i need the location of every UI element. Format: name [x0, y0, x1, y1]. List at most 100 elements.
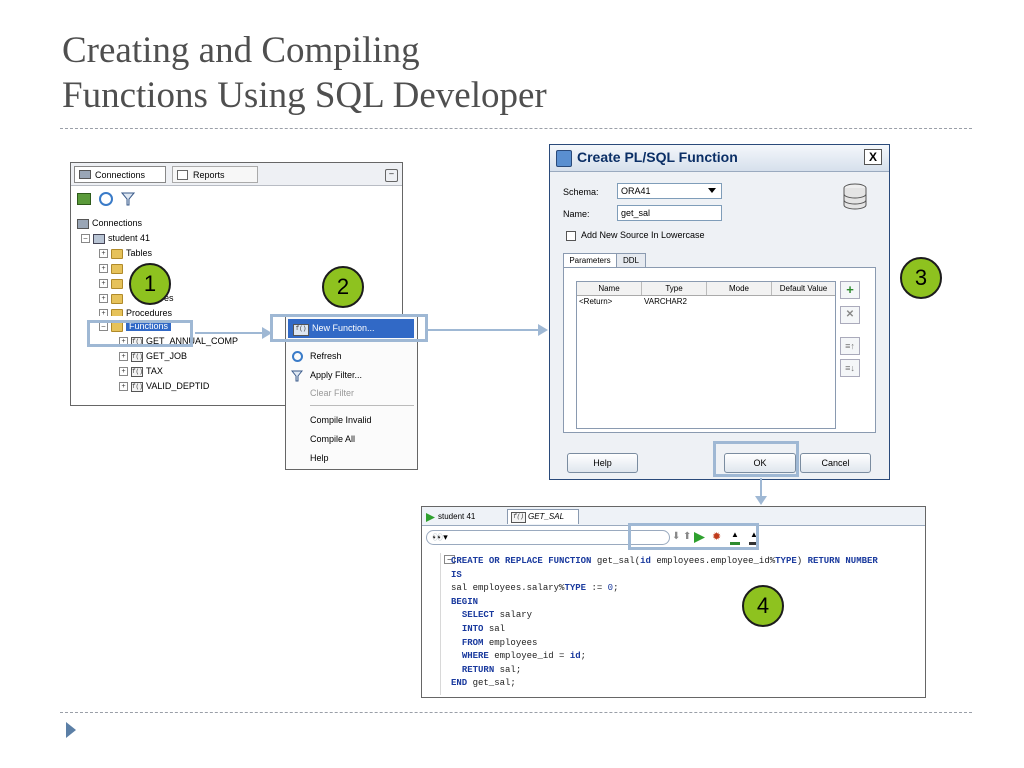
lowercase-checkbox[interactable] [566, 231, 576, 241]
code-area[interactable]: CREATE OR REPLACE FUNCTION get_sal(id em… [451, 555, 878, 691]
tab-connections[interactable]: Connections [74, 166, 166, 183]
connector-1-to-2 [195, 332, 265, 334]
code-line: FROM employees [461, 637, 538, 648]
menu-item-help[interactable]: Help [286, 449, 412, 468]
reports-icon [177, 170, 188, 180]
tab-reports[interactable]: Reports [172, 166, 258, 183]
menu-item-apply-filter[interactable]: Apply Filter... [286, 366, 412, 385]
expand-icon[interactable]: + [99, 264, 108, 274]
title-divider [60, 128, 972, 129]
schema-select[interactable]: ORA41 [617, 183, 722, 199]
binoculars-icon: 👀▾ [432, 532, 448, 542]
tree-item-procedures[interactable]: + Procedures [99, 306, 172, 316]
function-icon: f() [131, 351, 143, 362]
function-icon: f() [131, 381, 143, 392]
menu-separator [310, 405, 414, 406]
slide-title-line-2: Functions Using SQL Developer [62, 75, 547, 116]
filter-icon [291, 370, 303, 382]
create-function-dialog: Create PL/SQL Function X Schema: ORA41 N… [549, 144, 890, 480]
help-button[interactable]: Help [567, 453, 638, 473]
chevron-down-icon [708, 188, 716, 193]
filter-icon[interactable] [121, 192, 135, 206]
ok-highlight [713, 441, 799, 477]
parameters-panel: Name Type Mode Default Value <Return> VA… [563, 267, 876, 433]
sql-developer-icon [556, 150, 572, 167]
move-up-icon[interactable]: ≡↑ [840, 337, 860, 355]
expand-icon[interactable]: + [99, 294, 108, 304]
functions-highlight [87, 320, 193, 347]
toolbar-highlight [628, 523, 759, 550]
table-cell: <Return> [579, 297, 613, 306]
slide-title: Creating and Compiling Functions Using S… [62, 28, 962, 118]
editor-gutter [440, 553, 441, 695]
connector-arrow-icon [755, 496, 767, 505]
menu-item-refresh[interactable]: Refresh [286, 347, 412, 366]
expand-icon[interactable]: + [99, 309, 108, 316]
tree-item-student-41[interactable]: – student 41 [81, 231, 150, 245]
folder-icon [111, 308, 123, 316]
menu-item-compile-all[interactable]: Compile All [286, 430, 412, 449]
code-editor: student 41 f() GET_SAL 👀▾ ⬇ ⬆ ✹ ▲ ▲ – CR… [421, 506, 926, 698]
callout-1: 1 [129, 263, 171, 305]
table-header: Name Type Mode Default Value [577, 282, 835, 296]
connections-icon [77, 218, 89, 229]
expand-icon[interactable]: + [119, 352, 128, 362]
connector-3-to-4 [760, 478, 762, 498]
play-icon [426, 513, 435, 522]
connections-icon [79, 170, 91, 179]
table-cell: VARCHAR2 [644, 297, 687, 306]
tree-item-valid-deptid[interactable]: + f() VALID_DEPTID [119, 379, 209, 393]
menu-item-compile-invalid[interactable]: Compile Invalid [286, 411, 412, 430]
function-name-input[interactable]: get_sal [617, 205, 722, 221]
tree-item-get-job[interactable]: + f() GET_JOB [119, 349, 187, 363]
expand-icon[interactable]: + [99, 279, 108, 289]
tree-item-hidden-1[interactable]: + [99, 261, 126, 275]
column-header-name: Name [577, 282, 642, 295]
name-label: Name: [563, 209, 590, 219]
function-icon: f() [511, 512, 526, 523]
column-header-default-value: Default Value [779, 284, 828, 293]
expand-icon[interactable]: + [99, 249, 108, 259]
folder-icon [111, 263, 123, 274]
dialog-titlebar: Create PL/SQL Function X [550, 145, 889, 172]
column-header-mode: Mode [707, 282, 772, 295]
code-line: BEGIN [451, 596, 479, 607]
menu-item-clear-filter[interactable]: Clear Filter [286, 384, 412, 403]
code-line: IS [451, 569, 462, 580]
new-function-highlight [270, 314, 428, 342]
minimize-icon[interactable]: – [385, 169, 398, 182]
column-header-type: Type [642, 282, 707, 295]
callout-3: 3 [900, 257, 942, 299]
tab-student-41[interactable]: student 41 [425, 510, 495, 524]
lowercase-label: Add New Source In Lowercase [581, 230, 705, 240]
tree-item-tax[interactable]: + f() TAX [119, 364, 163, 378]
expand-icon[interactable]: + [119, 367, 128, 377]
tab-get-sal[interactable]: f() GET_SAL [507, 509, 579, 524]
move-down-icon[interactable]: ≡↓ [840, 359, 860, 377]
tree-item-connections[interactable]: Connections [77, 216, 142, 230]
refresh-icon[interactable] [99, 192, 113, 206]
database-icon [843, 183, 867, 210]
slide-title-line-1: Creating and Compiling [62, 30, 420, 71]
table-row[interactable]: <Return> VARCHAR2 [577, 296, 835, 308]
expand-icon[interactable]: + [119, 382, 128, 392]
folder-icon [111, 248, 123, 259]
parameters-table: Name Type Mode Default Value <Return> VA… [576, 281, 836, 429]
collapse-icon[interactable]: – [81, 234, 90, 244]
refresh-icon [292, 351, 303, 362]
code-line: RETURN sal; [461, 664, 522, 675]
schema-label: Schema: [563, 187, 599, 197]
tab-ddl[interactable]: DDL [616, 253, 646, 268]
add-connection-icon[interactable] [77, 193, 91, 205]
parameter-actions: + ✕ ≡↑ ≡↓ [840, 281, 862, 401]
tree-item-hidden-2[interactable]: + [99, 276, 126, 290]
add-parameter-icon[interactable]: + [840, 281, 860, 299]
close-button[interactable]: X [864, 149, 882, 165]
remove-parameter-icon[interactable]: ✕ [840, 306, 860, 324]
code-line: END get_sal; [451, 678, 516, 689]
tree-item-tables[interactable]: + Tables [99, 246, 152, 260]
code-line: INTO sal [461, 623, 506, 634]
code-line: SELECT salary [461, 610, 533, 621]
dialog-title: Create PL/SQL Function [577, 149, 738, 165]
cancel-button[interactable]: Cancel [800, 453, 871, 473]
